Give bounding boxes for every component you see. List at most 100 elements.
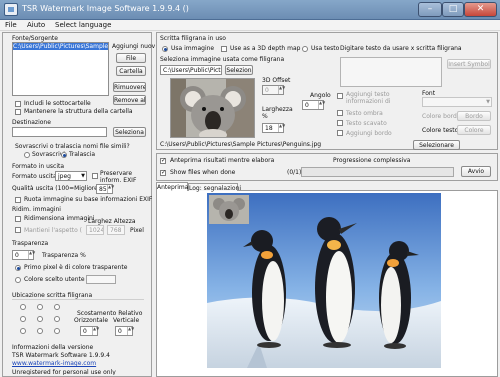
user-color-swatch[interactable] — [86, 275, 116, 284]
preserve-exif-label: Preservare inform. EXIF — [100, 170, 137, 184]
destination-select-button[interactable]: Seleziona — [113, 127, 146, 137]
minimize-button[interactable]: – — [418, 2, 442, 17]
use-image-radio[interactable] — [162, 46, 168, 52]
add-border-checkbox[interactable] — [337, 130, 343, 136]
source-list-item[interactable]: C:\Users\Public\Pictures\Sample Pictures — [13, 43, 108, 50]
include-subfolders-label: Includi le sottocartelle — [24, 100, 91, 107]
spinner-arrows-icon[interactable]: ▲▼ — [92, 327, 99, 335]
include-subfolders-checkbox[interactable] — [15, 101, 21, 107]
vertical-spinner[interactable]: 0 ▲▼ — [115, 326, 134, 336]
app-icon — [4, 3, 18, 16]
version-title: Informazioni della versione — [12, 344, 94, 351]
keep-ratio-label: Mantieni l'aspetto (rapp — [24, 227, 82, 234]
watermark-select-button[interactable]: Selezion — [225, 65, 253, 75]
first-pixel-label: Primo pixel è di colore trasparente — [24, 264, 128, 271]
spinner-arrows-icon[interactable]: ▲▼ — [28, 251, 35, 259]
cut-text-checkbox[interactable] — [337, 120, 343, 126]
resize-images-label: Ridimensiona immagini — [24, 215, 95, 222]
offset-spinner[interactable]: 0 ▲▼ — [262, 85, 285, 95]
preview-label: Anteprima risultati mentre elabora — [170, 157, 275, 164]
add-file-button[interactable]: File — [116, 53, 146, 63]
use-image-label: Usa immagine — [171, 45, 215, 52]
position-radio-tc[interactable] — [37, 304, 43, 310]
add-border-label: Aggiungi bordo — [346, 130, 392, 137]
tab-log[interactable]: Log: segnalazioni — [188, 183, 241, 192]
skip-radio[interactable] — [61, 152, 67, 158]
horizontal-value: 0 — [83, 328, 87, 335]
chevron-down-icon: ▼ — [81, 173, 85, 179]
position-radio-mc[interactable] — [37, 316, 43, 322]
horizontal-spinner[interactable]: 0 ▲▼ — [80, 326, 99, 336]
insert-symbol-button[interactable]: Insert Symbol — [447, 59, 491, 69]
destination-input[interactable] — [12, 127, 107, 137]
width-value: 18 — [265, 125, 273, 132]
color-button[interactable]: Colore — [457, 125, 491, 135]
position-radio-tr[interactable] — [54, 304, 60, 310]
position-radio-bl[interactable] — [20, 328, 26, 334]
position-radio-mr[interactable] — [54, 316, 60, 322]
remove-button[interactable]: Rimuovere — [113, 82, 146, 92]
tab-preview[interactable]: Anteprima — [156, 182, 188, 191]
add-folder-button[interactable]: Cartella — [116, 66, 146, 76]
quality-value: 85 — [99, 186, 107, 193]
use-text-label: Usa testo — [311, 45, 340, 52]
menu-help[interactable]: Aiuto — [27, 21, 45, 29]
transparency-unit: Trasparenza % — [42, 252, 86, 259]
first-pixel-radio[interactable] — [15, 265, 21, 271]
width-spinner[interactable]: 18 ▲▼ — [262, 123, 285, 133]
position-radio-br[interactable] — [54, 328, 60, 334]
menu-language[interactable]: Select language — [55, 21, 111, 29]
keep-structure-checkbox[interactable] — [15, 109, 21, 115]
position-radio-bc[interactable] — [37, 328, 43, 334]
spinner-arrows-icon[interactable]: ▲▼ — [278, 124, 285, 132]
angle-spinner[interactable]: 0 ▲▼ — [302, 100, 325, 110]
resize-height-input[interactable]: 768 — [107, 225, 125, 235]
resize-images-checkbox[interactable] — [15, 216, 21, 222]
resize-width-input[interactable]: 1024 — [86, 225, 104, 235]
shadow-text-checkbox[interactable] — [337, 110, 343, 116]
spinner-arrows-icon[interactable]: ▲▼ — [127, 327, 134, 335]
keep-ratio-checkbox[interactable] — [15, 227, 21, 233]
angle-value: 0 — [305, 102, 309, 109]
select-text-button[interactable]: Selezionare — [413, 140, 460, 150]
start-button[interactable]: Avvio — [461, 166, 491, 177]
quality-spinner[interactable]: 85 ▲▼ — [96, 184, 114, 194]
font-select[interactable]: ▼ — [422, 97, 492, 107]
preserve-exif-checkbox[interactable] — [92, 173, 98, 179]
border-button[interactable]: Bordo — [457, 111, 491, 121]
position-radio-ml[interactable] — [20, 316, 26, 322]
pixel-label: Pixel — [130, 227, 144, 234]
use-text-radio[interactable] — [302, 46, 308, 52]
add-text-info-checkbox[interactable] — [337, 93, 343, 99]
position-divider — [12, 299, 144, 300]
preview-checkbox[interactable] — [160, 157, 166, 165]
overwrite-radio[interactable] — [24, 152, 30, 158]
show-files-label: Show files when done — [170, 169, 236, 176]
source-title: Fonte/Sorgente — [12, 35, 58, 42]
vertical-label: Verticale — [113, 317, 140, 324]
spinner-arrows-icon[interactable]: ▲▼ — [107, 185, 114, 193]
chevron-down-icon: ▼ — [486, 99, 490, 105]
transparency-title: Trasparenza — [12, 240, 49, 247]
text-prompt: Digitare testo da usare x scritta filigr… — [340, 45, 462, 52]
position-radio-tl[interactable] — [20, 304, 26, 310]
spinner-arrows-icon[interactable]: ▲▼ — [318, 101, 325, 109]
watermark-text-input[interactable] — [340, 57, 442, 87]
spinner-arrows-icon[interactable]: ▲▼ — [278, 86, 285, 94]
offset-value: 0 — [265, 87, 269, 94]
close-button[interactable]: ✕ — [464, 2, 497, 17]
add-label: Aggiungi nuov — [112, 43, 156, 50]
transparency-spinner[interactable]: 0 ▲▼ — [12, 250, 35, 260]
menu-file[interactable]: File — [5, 21, 17, 29]
watermark-path-input[interactable]: C:\Users\Public\Pictures\ — [160, 65, 222, 75]
relative-offset-label: Scostamento Relativo — [77, 310, 143, 317]
show-files-checkbox[interactable] — [160, 169, 166, 177]
use-3d-checkbox[interactable] — [221, 46, 227, 52]
rotate-exif-checkbox[interactable] — [15, 197, 21, 203]
maximize-button[interactable]: □ — [442, 2, 464, 17]
user-color-radio[interactable] — [15, 277, 21, 283]
website-link[interactable]: www.watermark-image.com — [12, 360, 96, 367]
format-select[interactable]: jpeg ▼ — [55, 171, 87, 181]
remove-all-button[interactable]: Remove all — [113, 95, 146, 105]
source-list[interactable] — [12, 42, 109, 96]
